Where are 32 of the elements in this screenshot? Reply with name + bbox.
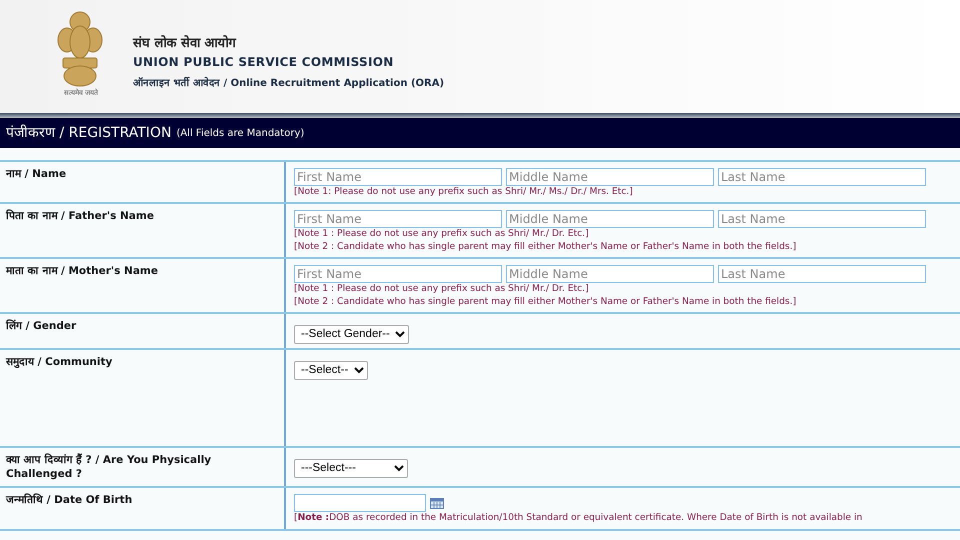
last-name-field[interactable]: Last Name — [718, 210, 926, 228]
note-text: [Note 1 : Please do not use any prefix such as Shri/ Mr./ Dr. Etc.] — [294, 228, 590, 241]
note-text: [Note 2 : Candidate who has single parent may fill either Mother's Name or Father's Name in both the fields.] — [294, 240, 798, 254]
field-label: पिता का नाम / Father's Name — [6, 210, 154, 222]
calendar-icon[interactable] — [430, 498, 444, 509]
note-text: [Note :DOB as recorded in the Matriculation/10th Standard or equivalent certificate. Where Date of Birth is not available in — [294, 512, 864, 525]
first-name-field[interactable]: First Name — [294, 265, 502, 284]
field-label: नाम / Name — [6, 168, 66, 180]
dropdown[interactable]: --Select-- — [294, 360, 368, 380]
field-label: क्या आप दिव्यांग हैं ? / Are You Physically Challenged ? — [6, 454, 212, 480]
field-label: लिंग / Gender — [6, 320, 76, 332]
last-name-field[interactable]: Last Name — [718, 265, 926, 284]
date-field[interactable] — [294, 494, 426, 512]
title-text: UNION PUBLIC SERVICE COMMISSION — [133, 54, 395, 72]
mandatory-note: (All Fields are Mandatory) — [176, 126, 304, 140]
middle-name-field[interactable]: Middle Name — [506, 210, 714, 228]
title-hindi: संघ लोक सेवा आयोग — [133, 34, 238, 53]
note-text: [Note 1: Please do not use any prefix such as Shri/ Mr./ Ms./ Dr./ Mrs. Etc.] — [294, 186, 634, 198]
first-name-field[interactable]: First Name — [294, 210, 502, 228]
dropdown[interactable]: ---Select--- — [294, 458, 408, 478]
last-name-field[interactable]: Last Name — [718, 168, 926, 186]
field-label: समुदाय / Community — [6, 356, 112, 368]
field-label: जन्मतिथि / Date Of Birth — [6, 494, 132, 506]
note-text: [Note 1 : Please do not use any prefix such as Shri/ Mr./ Dr. Etc.] — [294, 283, 590, 296]
subtitle-text: ऑनलाइन भर्ती आवेदन / Online Recruitment Application (ORA) — [133, 76, 444, 92]
field-label: माता का नाम / Mother's Name — [6, 265, 158, 278]
note-text: [Note 2 : Candidate who has single parent may fill either Mother's Name or Father's Name in both the fields.] — [294, 296, 798, 308]
first-name-field[interactable]: First Name — [294, 168, 502, 186]
middle-name-field[interactable]: Middle Name — [506, 265, 714, 284]
dropdown[interactable]: --Select Gender-- — [294, 324, 409, 344]
section-title: पंजीकरण / REGISTRATION — [6, 124, 172, 142]
middle-name-field[interactable]: Middle Name — [506, 168, 714, 186]
